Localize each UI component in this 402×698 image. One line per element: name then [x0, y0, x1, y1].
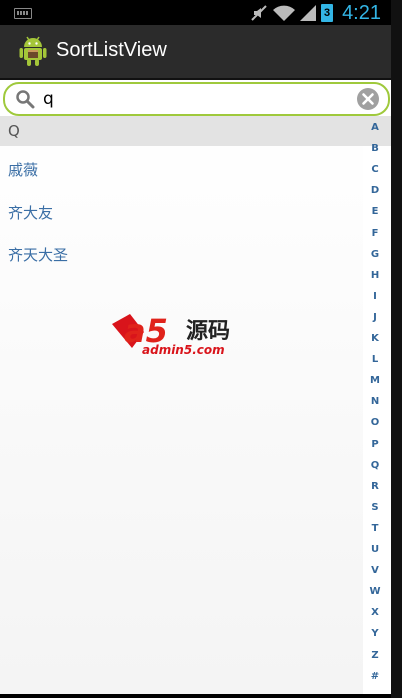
clear-icon[interactable]: [356, 87, 380, 111]
screen-edge: [391, 0, 402, 698]
contact-list[interactable]: Q 戚薇 齐大友 齐天大圣: [0, 116, 391, 694]
sidebar-letter[interactable]: H: [363, 270, 387, 281]
wifi-icon: [273, 5, 296, 21]
battery-icon: 3: [321, 4, 334, 22]
app-screen: 3 4:21 SortListView q Q 戚薇 齐大友 齐天大圣 A B …: [0, 0, 391, 694]
status-bar: 3 4:21: [0, 0, 391, 25]
list-item[interactable]: 齐天大圣: [8, 244, 68, 265]
sidebar-letter[interactable]: D: [363, 185, 387, 196]
sidebar-letter[interactable]: M: [363, 375, 387, 386]
sidebar-letter[interactable]: A: [363, 122, 387, 133]
battery-level: 3: [324, 7, 331, 19]
sidebar-letter[interactable]: K: [363, 333, 387, 344]
sidebar-letter[interactable]: X: [363, 607, 387, 618]
android-icon[interactable]: [19, 35, 47, 67]
clock: 4:21: [342, 1, 381, 24]
alphabet-sidebar[interactable]: A B C D E F G H I J K L M N O P Q R S T U V W X Y Z #: [363, 122, 387, 690]
search-input[interactable]: [43, 87, 343, 111]
sidebar-letter[interactable]: C: [363, 164, 387, 175]
sidebar-letter[interactable]: N: [363, 396, 387, 407]
sidebar-letter[interactable]: S: [363, 502, 387, 513]
sidebar-letter[interactable]: Z: [363, 650, 387, 661]
section-letter: Q: [8, 122, 20, 140]
sidebar-letter[interactable]: E: [363, 206, 387, 217]
sidebar-letter[interactable]: W: [363, 586, 387, 597]
sidebar-letter[interactable]: L: [363, 354, 387, 365]
sidebar-letter[interactable]: O: [363, 417, 387, 428]
action-bar: SortListView: [0, 25, 391, 80]
sidebar-letter[interactable]: #: [363, 671, 387, 682]
sidebar-letter[interactable]: V: [363, 565, 387, 576]
logo-chinese: 源码: [186, 319, 230, 344]
sidebar-letter[interactable]: R: [363, 481, 387, 492]
sidebar-letter[interactable]: T: [363, 523, 387, 534]
sidebar-letter[interactable]: F: [363, 228, 387, 239]
list-item[interactable]: 齐大友: [8, 202, 53, 223]
search-icon: [16, 90, 35, 109]
signal-icon: [300, 5, 317, 21]
list-item[interactable]: 戚薇: [8, 159, 38, 180]
sidebar-letter[interactable]: G: [363, 249, 387, 260]
sidebar-letter[interactable]: U: [363, 544, 387, 555]
mute-icon: [251, 5, 267, 21]
section-header: Q: [0, 116, 391, 146]
sidebar-letter[interactable]: B: [363, 143, 387, 154]
sidebar-letter[interactable]: Q: [363, 460, 387, 471]
sidebar-letter[interactable]: Y: [363, 628, 387, 639]
sidebar-letter[interactable]: P: [363, 439, 387, 450]
app-title: SortListView: [56, 39, 167, 61]
search-bar[interactable]: [3, 82, 390, 116]
sidebar-letter[interactable]: J: [363, 312, 387, 323]
keyboard-icon: [14, 8, 32, 19]
sidebar-letter[interactable]: I: [363, 291, 387, 302]
watermark-logo: a5 源码 admin5.com: [112, 312, 230, 357]
logo-url: admin5.com: [142, 343, 225, 357]
